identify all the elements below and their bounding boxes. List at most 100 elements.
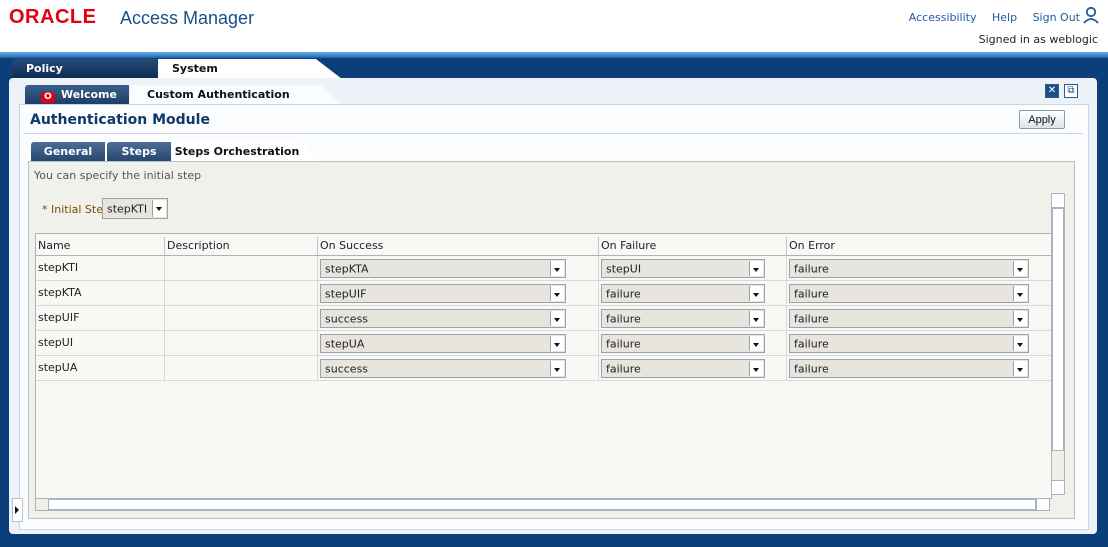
hint-text: You can specify the initial step [34,169,202,182]
step-description-cell [165,281,318,305]
page-title: Authentication Module [30,112,210,128]
on-failure-select[interactable]: failure [601,359,765,378]
chevron-down-icon [749,336,763,351]
on-success-select[interactable]: success [320,359,566,378]
table-row: stepUI stepUA failure failure [36,331,1051,356]
chevron-down-icon [1013,286,1027,301]
column-header-on-error: On Error [789,239,835,252]
on-error-select[interactable]: failure [789,359,1029,378]
apply-button[interactable]: Apply [1019,110,1065,129]
title-divider [23,133,1083,134]
horizontal-scroll-thumb[interactable] [48,499,1036,510]
user-icon [1083,6,1099,24]
tab-steps-orchestration[interactable]: Steps Orchestration [172,142,320,161]
oracle-badge-icon: O [41,92,55,103]
select-value: failure [794,262,829,275]
step-description-cell [165,306,318,330]
global-links: Accessibility Help Sign Out [897,11,1080,24]
select-value: stepUI [606,262,642,275]
chevron-down-icon [550,361,564,376]
accessibility-link[interactable]: Accessibility [909,11,977,24]
step-description-cell [165,256,318,280]
tab-policy-configuration[interactable]: Policy Configuration [12,59,157,95]
scroll-down-icon[interactable] [1052,480,1064,494]
required-marker: * [42,203,48,216]
select-value: failure [794,337,829,350]
select-value: failure [794,287,829,300]
chevron-down-icon [749,286,763,301]
chevron-down-icon [152,200,166,217]
step-description-cell [165,356,318,380]
select-value: success [325,362,369,375]
on-error-select[interactable]: failure [789,334,1029,353]
table-row: stepKTA stepUIF failure failure [36,281,1051,306]
chevron-down-icon [749,361,763,376]
select-value: failure [606,337,641,350]
initial-step-value: stepKTI [107,202,148,215]
tab-steps[interactable]: Steps [107,142,171,161]
tab-system-configuration[interactable]: System Configuration [158,59,342,95]
select-value: failure [606,312,641,325]
signed-in-text: Signed in as weblogic [978,33,1098,46]
vertical-scrollbar[interactable] [1051,193,1065,495]
step-name-cell: stepUA [36,356,165,380]
column-header-description: Description [165,237,318,255]
on-error-select[interactable]: failure [789,284,1029,303]
column-header-on-success: On Success [318,237,599,255]
chevron-down-icon [1013,311,1027,326]
scroll-right-icon[interactable] [1036,499,1049,510]
vertical-scroll-thumb[interactable] [1052,208,1064,451]
horizontal-scrollbar[interactable] [35,498,1050,511]
table-row: stepUA success failure failure [36,356,1051,381]
step-name-cell: stepKTI [36,256,165,280]
on-success-select[interactable]: success [320,309,566,328]
on-error-select[interactable]: failure [789,309,1029,328]
on-failure-select[interactable]: failure [601,309,765,328]
header-divider [0,52,1108,58]
select-value: stepKTA [325,262,369,275]
step-name-cell: stepUI [36,331,165,355]
chevron-down-icon [550,311,564,326]
on-failure-select[interactable]: failure [601,334,765,353]
table-row: stepUIF success failure failure [36,306,1051,331]
tab-general[interactable]: General [31,142,105,161]
tab-custom-authentication-module[interactable]: Custom Authentication module [130,85,340,120]
select-value: failure [794,362,829,375]
sign-out-link[interactable]: Sign Out [1033,11,1080,24]
app-header: ORACLE Access Manager Accessibility Help… [0,0,1108,52]
column-header-on-failure: On Failure [599,237,787,255]
chevron-down-icon [550,286,564,301]
select-value: stepUA [325,337,365,350]
chevron-down-icon [550,336,564,351]
select-value: failure [606,362,641,375]
column-header-name: Name [36,237,165,255]
select-value: failure [606,287,641,300]
step-description-cell [165,331,318,355]
chevron-down-icon [749,261,763,276]
table-row: stepKTI stepKTA stepUI failure [36,256,1051,281]
step-name-cell: stepUIF [36,306,165,330]
initial-step-label: * Initial Step [42,203,110,216]
on-success-select[interactable]: stepKTA [320,259,566,278]
chevron-down-icon [1013,336,1027,351]
on-failure-select[interactable]: stepUI [601,259,765,278]
initial-step-select[interactable]: stepKTI [102,198,168,219]
oracle-logo: ORACLE [9,6,97,28]
maximize-icon[interactable]: ✕ [1045,84,1059,98]
on-success-select[interactable]: stepUA [320,334,566,353]
scroll-up-icon[interactable] [1052,194,1064,208]
tab-welcome-label: Welcome [61,88,117,101]
chevron-down-icon [1013,361,1027,376]
on-success-select[interactable]: stepUIF [320,284,566,303]
expand-panel-icon[interactable] [12,498,23,522]
on-failure-select[interactable]: failure [601,284,765,303]
chevron-down-icon [550,261,564,276]
tab-welcome[interactable]: O Welcome [25,85,129,104]
close-tab-icon[interactable]: ⧉ [1064,84,1078,98]
select-value: success [325,312,369,325]
steps-table: Name Description On Success On Failure O… [35,233,1052,499]
on-error-select[interactable]: failure [789,259,1029,278]
chevron-down-icon [1013,261,1027,276]
help-link[interactable]: Help [992,11,1017,24]
step-name-cell: stepKTA [36,281,165,305]
